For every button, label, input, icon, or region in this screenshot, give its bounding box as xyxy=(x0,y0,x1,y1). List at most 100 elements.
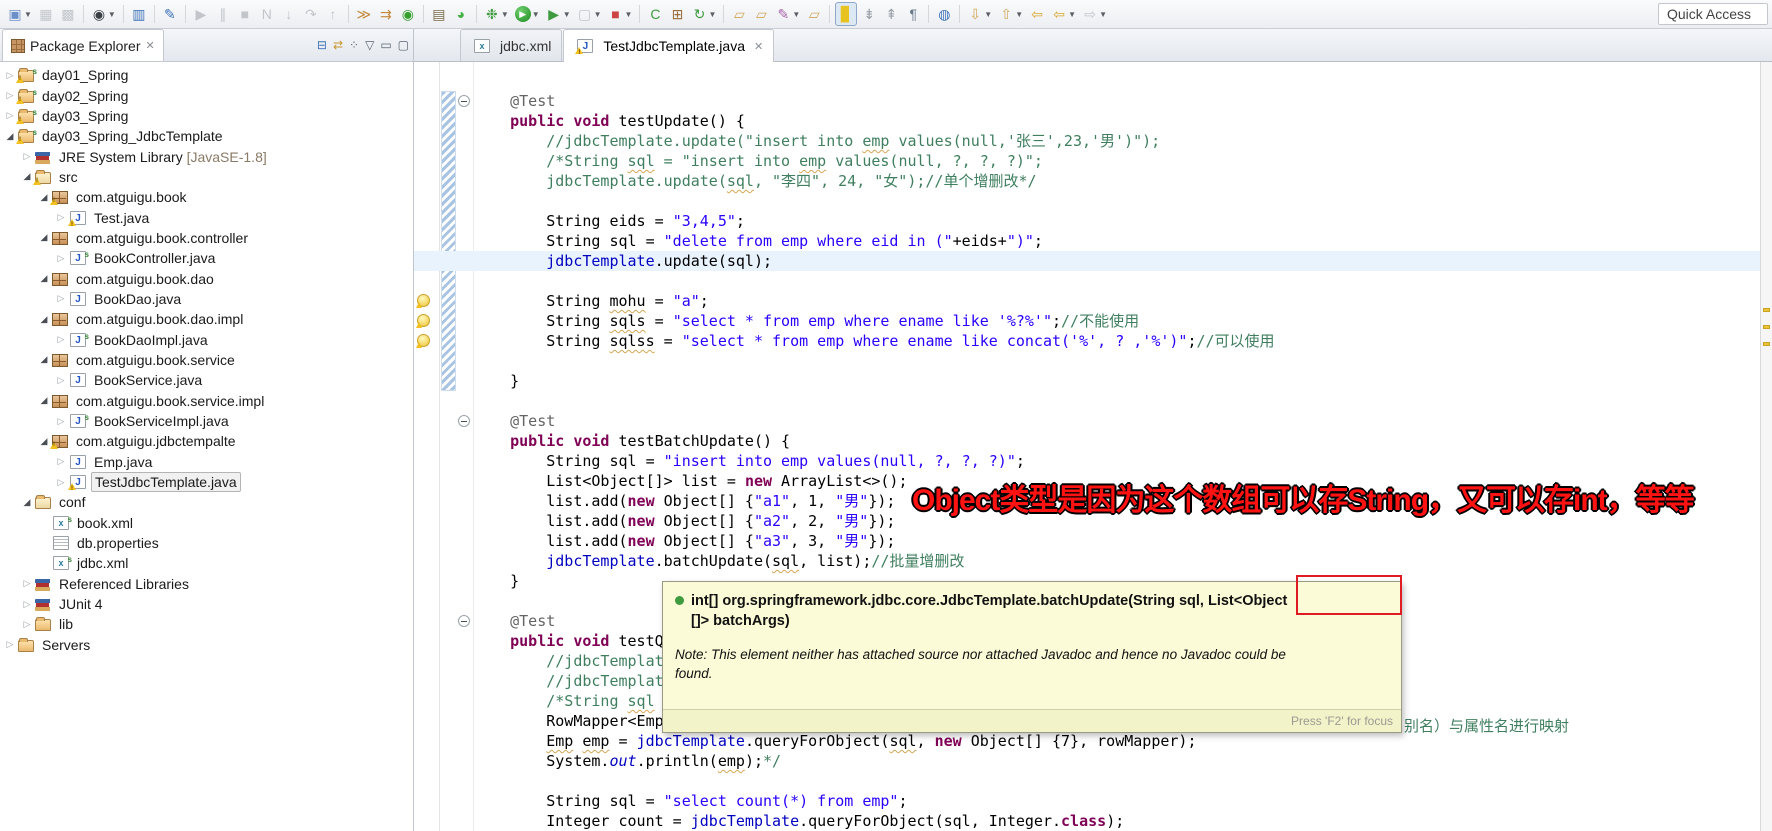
tree-item-lib[interactable]: ▷ lib xyxy=(0,614,413,634)
tree-item-testjdbctemplate-java[interactable]: ▷JTestJdbcTemplate.java xyxy=(0,472,413,496)
tree-item-bookdaoimpl-java[interactable]: ▷ Js BookDaoImpl.java xyxy=(0,329,413,349)
back-to-last-button[interactable]: ⇦ xyxy=(1027,2,1047,26)
back-button[interactable]: ⇦ ▼ xyxy=(1049,2,1078,26)
pin-editor-button[interactable]: ✎ xyxy=(160,2,180,26)
expand-arrow-icon[interactable]: ▷ xyxy=(55,293,67,304)
tree-item-book-xml[interactable]: x s book.xml xyxy=(0,513,413,533)
maximize-icon[interactable]: ▢ xyxy=(398,38,409,52)
editor-content[interactable]: @Test public void testUpdate() { //jdbcT… xyxy=(414,62,1772,831)
dropdown-arrow-icon[interactable]: ▼ xyxy=(594,10,602,19)
collapse-arrow-icon[interactable]: ◢ xyxy=(38,232,50,243)
tree-item-com-atguigu-book-dao[interactable]: ◢ com.atguigu.book.dao xyxy=(0,268,413,288)
open-console-button[interactable]: ▥ xyxy=(129,2,149,26)
expand-arrow-icon[interactable]: ▷ xyxy=(55,477,67,488)
tree-item-com-atguigu-book-service-impl[interactable]: ◢ com.atguigu.book.service.impl xyxy=(0,391,413,411)
tree-item-emp-java[interactable]: ▷ J Emp.java xyxy=(0,452,413,472)
dropdown-arrow-icon[interactable]: ▼ xyxy=(625,10,633,19)
tree-item-bookservice-java[interactable]: ▷ J BookService.java xyxy=(0,370,413,390)
dropdown-arrow-icon[interactable]: ▼ xyxy=(24,10,32,19)
expand-arrow-icon[interactable]: ▷ xyxy=(4,70,16,81)
prev-annotation-button[interactable]: ⇞ xyxy=(881,2,901,26)
dropdown-arrow-icon[interactable]: ▼ xyxy=(708,10,716,19)
tree-item-day02-spring[interactable]: ▷ s day02_Spring xyxy=(0,85,413,105)
open-resource-button[interactable]: ▱ xyxy=(751,2,771,26)
step-into-button[interactable]: ↓ xyxy=(279,2,299,26)
next-annotation-button[interactable]: ⇟ xyxy=(859,2,879,26)
tree-item-src[interactable]: ◢ src xyxy=(0,167,413,187)
collapse-arrow-icon[interactable]: ◢ xyxy=(38,436,50,447)
run-external-button[interactable]: ▶ ▼ xyxy=(544,2,573,26)
expand-arrow-icon[interactable]: ▷ xyxy=(55,456,67,467)
warning-marker[interactable] xyxy=(1763,342,1770,346)
debug-button[interactable]: ❉ ▼ xyxy=(482,2,511,26)
run-last-tool-button[interactable]: ≫ xyxy=(354,2,374,26)
tree-item-jdbc-xml[interactable]: x s jdbc.xml xyxy=(0,553,413,573)
previous-edit-location-button[interactable]: ⇧ ▼ xyxy=(996,2,1025,26)
tree-item-servers[interactable]: ▷ Servers xyxy=(0,635,413,655)
spring-dashboard-button[interactable]: ◕ xyxy=(451,2,471,26)
tree-item-bookserviceimpl-java[interactable]: ▷ Js BookServiceImpl.java xyxy=(0,411,413,431)
quick-access-box[interactable]: Quick Access xyxy=(1658,3,1768,25)
collapse-arrow-icon[interactable]: ◢ xyxy=(21,497,33,508)
dropdown-arrow-icon[interactable]: ▼ xyxy=(108,10,116,19)
tree-item-com-atguigu-book[interactable]: ◢ com.atguigu.book xyxy=(0,187,413,207)
profile-button[interactable]: ▢ ▼ xyxy=(575,2,604,26)
resume-button[interactable]: ▶ xyxy=(191,2,211,26)
expand-arrow-icon[interactable]: ▷ xyxy=(4,90,16,101)
dropdown-arrow-icon[interactable]: ▼ xyxy=(1015,10,1023,19)
open-browser-button[interactable]: ◍ xyxy=(934,2,954,26)
account-button[interactable]: ◉ ▼ xyxy=(89,2,118,26)
collapse-fold-icon[interactable] xyxy=(458,615,470,627)
tree-item-test-java[interactable]: ▷J Test.java xyxy=(0,207,413,232)
tree-item-bookdao-java[interactable]: ▷ J BookDao.java xyxy=(0,289,413,309)
expand-arrow-icon[interactable]: ▷ xyxy=(4,110,16,121)
refresh-button[interactable]: ↻ ▼ xyxy=(689,2,718,26)
dropdown-arrow-icon[interactable]: ▼ xyxy=(792,10,800,19)
view-menu-icon[interactable]: ▽ xyxy=(365,38,374,52)
collapse-fold-icon[interactable] xyxy=(458,95,470,107)
last-edit-location-button[interactable]: ⇩ ▼ xyxy=(965,2,994,26)
forward-button[interactable]: ⇨ ▼ xyxy=(1080,2,1109,26)
link-with-editor-icon[interactable]: ⇄ xyxy=(333,38,343,52)
tree-item-junit-4[interactable]: ▷ JUnit 4 xyxy=(0,594,413,614)
expand-arrow-icon[interactable]: ▷ xyxy=(55,375,67,386)
warning-marker[interactable] xyxy=(1763,308,1770,312)
disconnect-button[interactable]: N xyxy=(257,2,277,26)
collapse-arrow-icon[interactable]: ◢ xyxy=(38,395,50,406)
package-explorer-tab[interactable]: Package Explorer ✕ xyxy=(2,29,164,61)
overview-ruler[interactable] xyxy=(1760,62,1772,831)
collapse-arrow-icon[interactable]: ◢ xyxy=(38,314,50,325)
tree-item-day03-spring[interactable]: ▷ s day03_Spring xyxy=(0,106,413,126)
power-button[interactable]: ◉ xyxy=(398,2,418,26)
collapse-all-icon[interactable]: ⊟ xyxy=(317,38,327,52)
skip-breakpoints-button[interactable]: ⇉ xyxy=(376,2,396,26)
terminate-button[interactable]: ■ xyxy=(235,2,255,26)
new-class-button[interactable]: C xyxy=(645,2,665,26)
open-type-button[interactable]: ▱ xyxy=(729,2,749,26)
stop-server-button[interactable]: ■ ▼ xyxy=(606,2,635,26)
collapse-arrow-icon[interactable]: ◢ xyxy=(4,131,16,142)
expand-arrow-icon[interactable]: ▷ xyxy=(21,619,33,630)
run-button[interactable]: ▶ ▼ xyxy=(513,2,542,26)
toggle-highlight-button[interactable]: ▊ xyxy=(835,2,858,26)
dropdown-arrow-icon[interactable]: ▼ xyxy=(1099,10,1107,19)
dropdown-arrow-icon[interactable]: ▼ xyxy=(984,10,992,19)
save-button[interactable]: ▦ xyxy=(36,2,56,26)
expand-arrow-icon[interactable]: ▷ xyxy=(21,151,33,162)
tree-item-jre-system-library-[interactable]: ▷ JRE System Library [JavaSE-1.8] xyxy=(0,146,413,166)
expand-arrow-icon[interactable]: ▷ xyxy=(21,599,33,610)
suspend-button[interactable]: ∥ xyxy=(213,2,233,26)
tree-item-com-atguigu-jdbctempalte[interactable]: ◢ com.atguigu.jdbctempalte xyxy=(0,431,413,451)
step-over-button[interactable]: ↷ xyxy=(301,2,321,26)
quickfix-lightbulb-icon[interactable] xyxy=(416,294,430,308)
package-explorer-tree[interactable]: ▷ s day01_Spring ▷ s day02_Spring ▷ s day03_Spri… xyxy=(0,65,413,831)
expand-arrow-icon[interactable]: ▷ xyxy=(55,334,67,345)
collapse-arrow-icon[interactable]: ◢ xyxy=(38,273,50,284)
tree-item-com-atguigu-book-service[interactable]: ◢ com.atguigu.book.service xyxy=(0,350,413,370)
step-return-button[interactable]: ↑ xyxy=(323,2,343,26)
collapse-arrow-icon[interactable]: ◢ xyxy=(38,192,50,203)
save-all-button[interactable]: ▩ xyxy=(58,2,78,26)
tree-item-com-atguigu-book-controller[interactable]: ◢ com.atguigu.book.controller xyxy=(0,228,413,248)
tree-item-referenced-libraries[interactable]: ▷ Referenced Libraries xyxy=(0,574,413,594)
tree-item-bookcontroller-java[interactable]: ▷ Js BookController.java xyxy=(0,248,413,268)
